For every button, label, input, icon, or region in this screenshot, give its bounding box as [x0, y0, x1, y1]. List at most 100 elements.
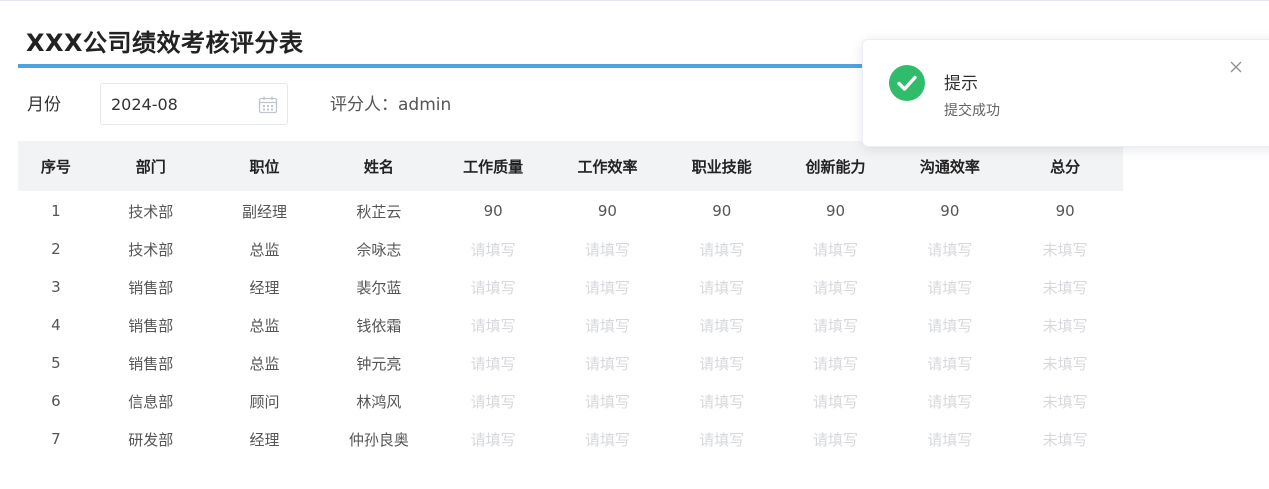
month-date-picker[interactable]: 2024-08 [100, 83, 288, 125]
score-input-work-efficiency[interactable]: 请填写 [550, 353, 665, 374]
cell-index: 1 [51, 202, 61, 220]
score-input-innovation[interactable]: 请填写 [779, 429, 893, 450]
table-row: 3 销售部 经理 裴尔蓝 请填写 请填写 请填写 请填写 请填写 未填写 [18, 268, 1123, 306]
cell-total: 未填写 [1042, 316, 1088, 335]
rater-info: 评分人：admin [330, 94, 451, 116]
cell-name: 钱依霜 [356, 316, 402, 335]
cell-name: 林鸿风 [356, 392, 402, 411]
table-row: 4 销售部 总监 钱依霜 请填写 请填写 请填写 请填写 请填写 未填写 [18, 306, 1123, 344]
month-input-value[interactable]: 2024-08 [111, 95, 178, 115]
table-row: 7 研发部 经理 仲孙良奥 请填写 请填写 请填写 请填写 请填写 未填写 [18, 420, 1123, 458]
cell-name: 钟元亮 [356, 354, 402, 373]
score-input-innovation[interactable]: 90 [779, 202, 893, 220]
score-input-innovation[interactable]: 请填写 [779, 277, 893, 298]
score-input-innovation[interactable]: 请填写 [779, 239, 893, 260]
cell-total: 未填写 [1042, 354, 1088, 373]
cell-index: 5 [51, 354, 61, 372]
score-input-work-efficiency[interactable]: 请填写 [550, 277, 665, 298]
cell-department: 研发部 [128, 430, 174, 449]
notification-title: 提示 [944, 74, 978, 94]
score-input-communication[interactable]: 请填写 [892, 239, 1007, 260]
cell-index: 6 [51, 392, 61, 410]
score-input-communication[interactable]: 请填写 [892, 391, 1007, 412]
score-input-work-efficiency[interactable]: 90 [550, 202, 665, 220]
cell-name: 佘咏志 [356, 240, 402, 259]
score-input-work-efficiency[interactable]: 请填写 [550, 429, 665, 450]
th-professional-skill: 职业技能 [691, 157, 752, 176]
score-input-communication[interactable]: 请填写 [892, 277, 1007, 298]
cell-position: 经理 [249, 430, 280, 449]
cell-index: 3 [51, 278, 61, 296]
success-notification: 提示 提交成功 [862, 39, 1269, 147]
cell-department: 技术部 [128, 202, 174, 221]
th-index: 序号 [40, 157, 71, 176]
cell-position: 总监 [249, 354, 280, 373]
score-input-communication[interactable]: 请填写 [892, 429, 1007, 450]
score-input-communication[interactable]: 请填写 [892, 353, 1007, 374]
table-body: 1 技术部 副经理 秋芷云 90 90 90 90 90 90 2 技术部 总监 佘咏志 请填写 请填写 请填写… [18, 192, 1123, 458]
cell-name: 秋芷云 [356, 202, 402, 221]
th-communication: 沟通效率 [919, 157, 980, 176]
cell-position: 总监 [249, 316, 280, 335]
score-input-work-efficiency[interactable]: 请填写 [550, 391, 665, 412]
cell-department: 信息部 [128, 392, 174, 411]
table-row: 1 技术部 副经理 秋芷云 90 90 90 90 90 90 [18, 192, 1123, 230]
cell-name: 裴尔蓝 [356, 278, 402, 297]
table-row: 5 销售部 总监 钟元亮 请填写 请填写 请填写 请填写 请填写 未填写 [18, 344, 1123, 382]
cell-total: 未填写 [1042, 392, 1088, 411]
score-input-innovation[interactable]: 请填写 [779, 353, 893, 374]
cell-department: 销售部 [128, 278, 174, 297]
calendar-icon[interactable] [258, 95, 278, 115]
th-position: 职位 [249, 157, 280, 176]
score-input-professional-skill[interactable]: 请填写 [665, 353, 779, 374]
table-header: 序号 部门 职位 姓名 工作质量 工作效率 职业技能 创新能力 沟通效率 总分 [18, 141, 1123, 191]
cell-index: 4 [51, 316, 61, 334]
score-input-work-efficiency[interactable]: 请填写 [550, 315, 665, 336]
th-work-quality: 工作质量 [463, 157, 524, 176]
cell-position: 顾问 [249, 392, 280, 411]
title-underline [18, 64, 898, 68]
th-total: 总分 [1050, 157, 1081, 176]
cell-index: 2 [51, 240, 61, 258]
cell-total: 未填写 [1042, 430, 1088, 449]
score-input-professional-skill[interactable]: 请填写 [665, 315, 779, 336]
th-innovation: 创新能力 [805, 157, 866, 176]
notification-message: 提交成功 [944, 103, 1000, 119]
score-input-communication[interactable]: 90 [892, 202, 1007, 220]
score-input-work-quality[interactable]: 请填写 [436, 277, 550, 298]
month-label: 月份 [27, 95, 61, 115]
rater-name: admin [398, 95, 452, 115]
score-input-professional-skill[interactable]: 请填写 [665, 391, 779, 412]
score-input-professional-skill[interactable]: 请填写 [665, 239, 779, 260]
page-title: XXX公司绩效考核评分表 [26, 29, 304, 57]
score-input-work-quality[interactable]: 请填写 [436, 315, 550, 336]
cell-position: 副经理 [242, 202, 288, 221]
score-input-work-quality[interactable]: 请填写 [436, 391, 550, 412]
score-input-professional-skill[interactable]: 请填写 [665, 429, 779, 450]
score-input-professional-skill[interactable]: 90 [665, 202, 779, 220]
cell-department: 销售部 [128, 354, 174, 373]
score-input-work-quality[interactable]: 请填写 [436, 239, 550, 260]
cell-total: 90 [1055, 202, 1075, 220]
score-input-professional-skill[interactable]: 请填写 [665, 277, 779, 298]
cell-position: 总监 [249, 240, 280, 259]
score-input-work-quality[interactable]: 请填写 [436, 429, 550, 450]
check-circle-icon [889, 65, 925, 101]
cell-department: 销售部 [128, 316, 174, 335]
cell-index: 7 [51, 430, 61, 448]
th-department: 部门 [135, 157, 166, 176]
score-input-work-quality[interactable]: 90 [436, 202, 550, 220]
table-row: 6 信息部 顾问 林鸿风 请填写 请填写 请填写 请填写 请填写 未填写 [18, 382, 1123, 420]
score-input-innovation[interactable]: 请填写 [779, 315, 893, 336]
rater-label: 评分人： [330, 95, 398, 115]
score-input-innovation[interactable]: 请填写 [779, 391, 893, 412]
score-input-work-efficiency[interactable]: 请填写 [550, 239, 665, 260]
close-icon[interactable] [1229, 59, 1243, 73]
table-row: 2 技术部 总监 佘咏志 请填写 请填写 请填写 请填写 请填写 未填写 [18, 230, 1123, 268]
score-input-work-quality[interactable]: 请填写 [436, 353, 550, 374]
cell-position: 经理 [249, 278, 280, 297]
cell-department: 技术部 [128, 240, 174, 259]
cell-name: 仲孙良奥 [348, 430, 409, 449]
score-input-communication[interactable]: 请填写 [892, 315, 1007, 336]
cell-total: 未填写 [1042, 240, 1088, 259]
